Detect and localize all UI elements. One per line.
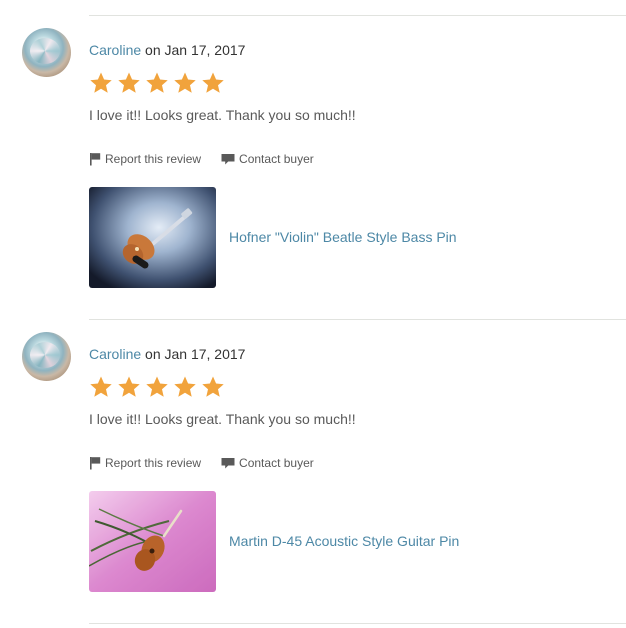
- star-icon: [202, 72, 224, 93]
- star-icon: [90, 72, 112, 93]
- star-icon: [146, 72, 168, 93]
- report-review-label: Report this review: [105, 152, 202, 166]
- star-icon: [118, 72, 140, 93]
- review-item: Caroline on Jan 17, 2017 I love it!! Loo…: [0, 320, 626, 624]
- star-rating: [89, 71, 225, 97]
- review-actions: Report this review Contact buyer: [89, 455, 314, 471]
- listing-title-link[interactable]: Hofner "Violin" Beatle Style Bass Pin: [229, 228, 457, 246]
- listing-title-link[interactable]: Martin D-45 Acoustic Style Guitar Pin: [229, 532, 459, 550]
- chat-icon: [221, 457, 235, 468]
- avatar[interactable]: [22, 332, 71, 381]
- chat-icon: [221, 153, 235, 164]
- report-review-label: Report this review: [105, 456, 202, 470]
- contact-buyer-label: Contact buyer: [239, 456, 314, 470]
- review-date: on Jan 17, 2017: [141, 42, 246, 58]
- divider-bottom: [89, 623, 626, 624]
- reviewer-name-link[interactable]: Caroline: [89, 346, 141, 362]
- review-meta: Caroline on Jan 17, 2017: [89, 41, 245, 59]
- contact-buyer-link[interactable]: Contact buyer: [221, 151, 314, 167]
- review-text: I love it!! Looks great. Thank you so mu…: [89, 411, 356, 427]
- review-meta: Caroline on Jan 17, 2017: [89, 345, 245, 363]
- star-icon: [118, 376, 140, 397]
- flag-icon: [90, 457, 101, 470]
- listing-thumbnail[interactable]: [89, 187, 216, 288]
- review-actions: Report this review Contact buyer: [89, 151, 314, 167]
- star-icon: [174, 72, 196, 93]
- listing-thumbnail[interactable]: [89, 491, 216, 592]
- contact-buyer-label: Contact buyer: [239, 152, 314, 166]
- report-review-link[interactable]: Report this review: [89, 455, 201, 471]
- star-icon: [90, 376, 112, 397]
- star-icon: [146, 376, 168, 397]
- reviewer-name-link[interactable]: Caroline: [89, 42, 141, 58]
- review-item: Caroline on Jan 17, 2017 I love it!! Loo…: [0, 16, 626, 320]
- report-review-link[interactable]: Report this review: [89, 151, 201, 167]
- review-text: I love it!! Looks great. Thank you so mu…: [89, 107, 356, 123]
- star-rating: [89, 375, 225, 401]
- avatar[interactable]: [22, 28, 71, 77]
- star-icon: [174, 376, 196, 397]
- star-icon: [202, 376, 224, 397]
- contact-buyer-link[interactable]: Contact buyer: [221, 455, 314, 471]
- review-date: on Jan 17, 2017: [141, 346, 246, 362]
- flag-icon: [90, 153, 101, 166]
